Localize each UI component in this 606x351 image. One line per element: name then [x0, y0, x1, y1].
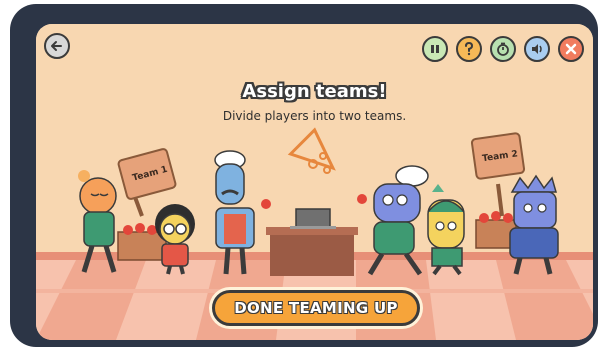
done-teaming-button[interactable]: DONE TEAMING UP — [212, 290, 420, 326]
close-icon — [565, 43, 577, 55]
game-screen: Team 1 Team 2 Assign teams! Divide playe… — [36, 24, 593, 340]
timer-button[interactable] — [490, 36, 516, 62]
close-button[interactable] — [558, 36, 584, 62]
arrow-left-icon — [51, 41, 62, 51]
page-title: Assign teams! — [242, 81, 387, 102]
question-icon — [465, 42, 474, 56]
back-button[interactable] — [44, 33, 70, 59]
device-frame: Team 1 Team 2 Assign teams! Divide playe… — [10, 4, 598, 347]
stopwatch-icon — [497, 42, 509, 56]
sound-button[interactable] — [524, 36, 550, 62]
help-button[interactable] — [456, 36, 482, 62]
page-subtitle: Divide players into two teams. — [222, 109, 407, 123]
pause-button[interactable] — [422, 36, 448, 62]
pause-icon — [431, 45, 439, 53]
speaker-icon — [532, 44, 542, 54]
